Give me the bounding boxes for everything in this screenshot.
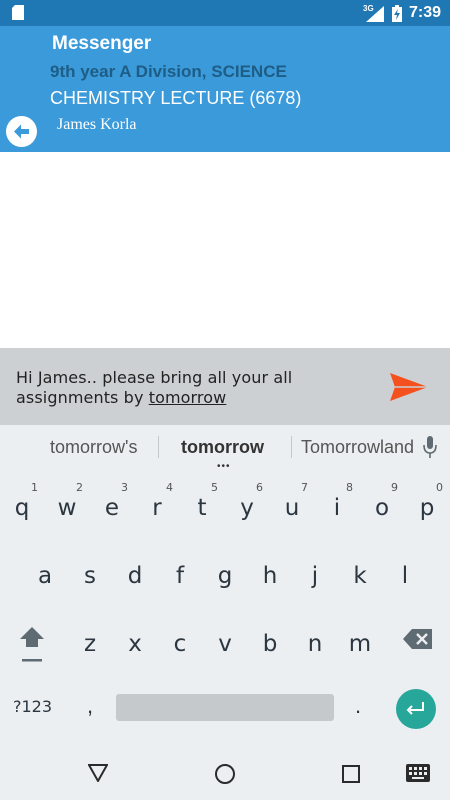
shift-key[interactable] (18, 625, 46, 665)
message-composing-word: tomorrow (148, 388, 227, 407)
key-p[interactable]: 0p (407, 473, 447, 529)
battery-charging-icon (392, 5, 402, 22)
key-n[interactable]: n (295, 609, 335, 665)
lecture-title: CHEMISTRY LECTURE (6678) (50, 88, 302, 108)
message-input[interactable]: Hi James.. please bring all your all ass… (16, 368, 356, 408)
recipient-name: James Korla (57, 116, 137, 133)
key-x[interactable]: x (115, 609, 155, 665)
back-arrow-icon (14, 124, 29, 139)
nav-recents-icon[interactable] (342, 765, 360, 783)
key-h[interactable]: h (250, 541, 290, 597)
key-c[interactable]: c (160, 609, 200, 665)
status-bar: 3G 7:39 (0, 0, 450, 26)
key-a[interactable]: a (25, 541, 65, 597)
suggestion-right[interactable]: Tomorrowland (301, 437, 414, 458)
enter-icon (406, 702, 424, 715)
key-u[interactable]: 7u (272, 473, 312, 529)
more-suggestions-dots[interactable]: ••• (217, 461, 231, 472)
key-m[interactable]: m (340, 609, 380, 665)
keyboard-switch-icon[interactable] (406, 764, 430, 782)
sd-card-icon (12, 5, 24, 20)
space-bar[interactable] (116, 694, 334, 721)
key-b[interactable]: b (250, 609, 290, 665)
message-list (0, 152, 450, 348)
key-r[interactable]: 4r (137, 473, 177, 529)
suggestion-strip: tomorrow's tomorrow ••• Tomorrowland (0, 425, 450, 472)
suggestion-center[interactable]: tomorrow (181, 437, 264, 458)
nav-home-icon[interactable] (214, 763, 236, 785)
key-z[interactable]: z (70, 609, 110, 665)
enter-key[interactable] (396, 689, 436, 729)
symbols-key[interactable]: ?123 (13, 697, 52, 716)
clock: 7:39 (409, 4, 442, 21)
backspace-key[interactable] (402, 627, 434, 651)
key-f[interactable]: f (160, 541, 200, 597)
key-q[interactable]: 1q (2, 473, 42, 529)
key-l[interactable]: l (385, 541, 425, 597)
period-key[interactable]: . (355, 693, 361, 719)
key-k[interactable]: k (340, 541, 380, 597)
key-i[interactable]: 8i (317, 473, 357, 529)
suggestion-divider (158, 436, 159, 458)
app-title: Messenger (52, 33, 152, 54)
soft-keyboard: tomorrow's tomorrow ••• Tomorrowland 1q … (0, 425, 450, 748)
chat-header: Messenger 9th year A Division, SCIENCE C… (0, 26, 450, 152)
class-name: 9th year A Division, SCIENCE (50, 62, 287, 81)
key-j[interactable]: j (295, 541, 335, 597)
back-button[interactable] (6, 116, 37, 147)
key-y[interactable]: 6y (227, 473, 267, 529)
microphone-icon[interactable] (422, 435, 438, 459)
nav-back-icon[interactable] (88, 764, 108, 782)
key-g[interactable]: g (205, 541, 245, 597)
key-o[interactable]: 9o (362, 473, 402, 529)
navigation-bar (0, 748, 450, 800)
signal-icon (366, 6, 384, 22)
key-v[interactable]: v (205, 609, 245, 665)
key-d[interactable]: d (115, 541, 155, 597)
suggestion-left[interactable]: tomorrow's (50, 437, 137, 458)
comma-key[interactable]: , (87, 693, 93, 719)
key-e[interactable]: 3e (92, 473, 132, 529)
suggestion-divider (291, 436, 292, 458)
send-button[interactable] (389, 372, 429, 402)
key-s[interactable]: s (70, 541, 110, 597)
message-composer: Hi James.. please bring all your all ass… (0, 348, 450, 425)
key-w[interactable]: 2w (47, 473, 87, 529)
key-t[interactable]: 5t (182, 473, 222, 529)
